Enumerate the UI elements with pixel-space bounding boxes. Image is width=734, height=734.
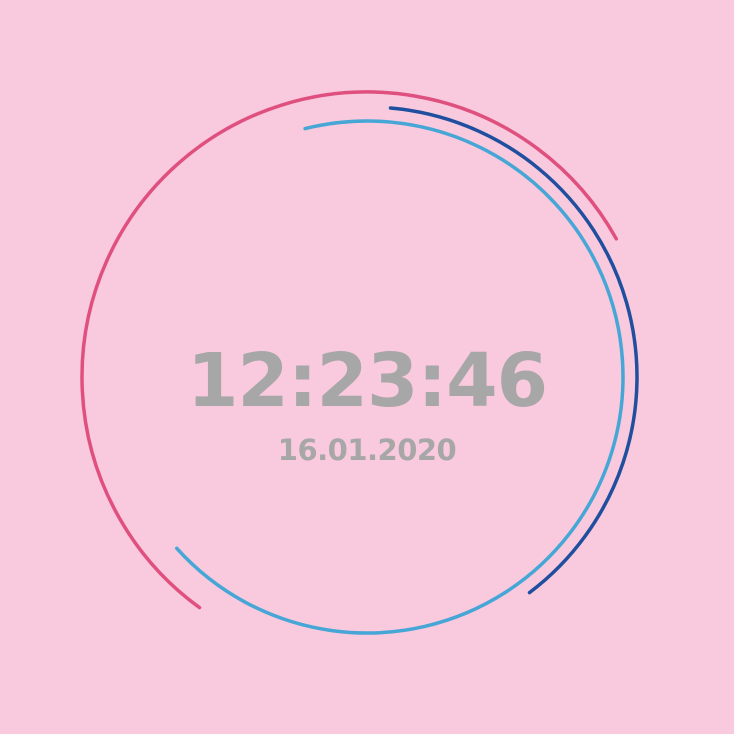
clock-time: 12:23:46 [186, 338, 548, 424]
clock-date: 16.01.2020 [277, 433, 457, 467]
